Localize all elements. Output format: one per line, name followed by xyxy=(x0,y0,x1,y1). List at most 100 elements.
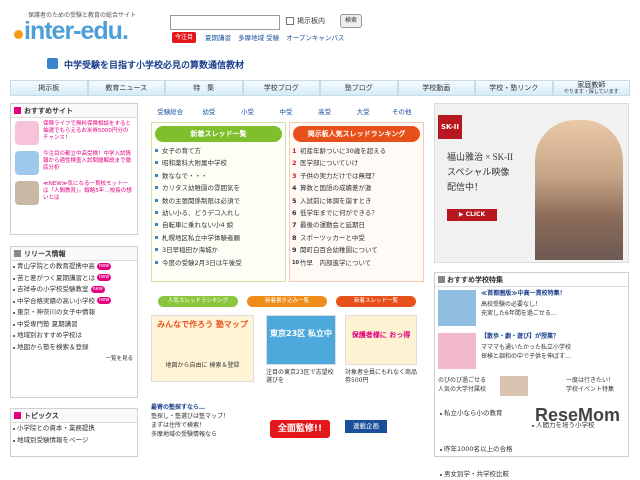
rank-number: 4 xyxy=(292,182,297,194)
thread-item[interactable]: 昭和薬科大附属中学校 xyxy=(152,157,285,169)
feature-photo[interactable] xyxy=(500,376,528,396)
ranking-item[interactable]: 7最後の運動会と延期日 xyxy=(290,219,423,231)
ranking-item[interactable]: 6低学年までに何ができる？ xyxy=(290,207,423,219)
promo-item[interactable]: ≪NEW≫気になる一貫校モットーは「人間教育」。戦略5年…校長の想いとは xyxy=(11,178,137,208)
nav-news[interactable]: 教育ニュース xyxy=(88,80,166,96)
recommend-box: おすすめサイト 保険ライフで無料保険相談をすると抽選でもらえるお米券5000円分… xyxy=(10,103,138,235)
release-more-link[interactable]: 一覧を見る xyxy=(11,353,137,363)
nav-juku-blog[interactable]: 塾ブログ xyxy=(320,80,398,96)
insurance-caption[interactable]: 対象者全員にもれなく商品券500円 xyxy=(345,369,419,385)
release-item[interactable]: 中受専門塾 夏期講習 xyxy=(11,319,137,331)
thread-item[interactable]: 札幌地区私立中学体験者願 xyxy=(152,232,285,244)
feature-sub[interactable]: のびのび過ごせる xyxy=(438,377,486,385)
skii-copy: 福山雅治 × SK-II スペシャル映像 配信中！ xyxy=(447,150,513,195)
cat-kindergarten[interactable]: 幼受 xyxy=(190,106,229,116)
feature-sub[interactable]: 学校イベント特集 xyxy=(566,386,614,394)
cat-university[interactable]: 大受 xyxy=(344,106,383,116)
search-button[interactable]: 検索 xyxy=(340,14,362,28)
release-item[interactable]: 吉祥寺の小学校受験教室new xyxy=(11,284,137,296)
nav-tutor[interactable]: 家庭教師やります・探しています xyxy=(553,80,631,96)
ranking-title: 算数と国語の成績差が激 xyxy=(300,184,372,192)
tab-new-threads[interactable]: 新着スレッド一覧 xyxy=(336,296,416,307)
feature-sub[interactable]: 一度は行きたい！ xyxy=(566,377,614,385)
ranking-item[interactable]: 10竹早 内部進学について xyxy=(290,257,423,269)
new-badge: new xyxy=(97,297,111,304)
series-badge[interactable]: 連載企画 xyxy=(345,420,387,433)
ranking-item[interactable]: 4算数と国語の成績差が激 xyxy=(290,182,423,194)
ranking-item[interactable]: 2医学部についていけ xyxy=(290,157,423,169)
ranking-item[interactable]: 9関町白百合幼稚園について xyxy=(290,244,423,256)
thread-title: 昭和薬科大附属中学校 xyxy=(162,159,227,167)
promo-item[interactable]: 保険ライフで無料保険相談をすると抽選でもらえるお米券5000円分のチャンス！ xyxy=(11,118,137,148)
feature-photo[interactable] xyxy=(438,290,476,326)
thread-item[interactable]: 自転車に乗れない小4 娘 xyxy=(152,219,285,231)
feature-link[interactable]: 昨年1000名以上の合格 xyxy=(438,444,640,456)
promo-item[interactable]: 今注目の都立中高受検！中学入試情報から適性検査入試問題解説まで徹底分析 xyxy=(11,148,137,178)
thread-item[interactable]: カリタス幼稚園の雰囲気を xyxy=(152,182,285,194)
skii-click-button[interactable]: ▶ CLICK xyxy=(447,209,497,221)
thread-title: 札幌地区私立中学体験者願 xyxy=(162,234,240,242)
tab-popular-ranking[interactable]: 人気スレッドランキング xyxy=(158,296,238,307)
feature-title-1[interactable]: ≪首都圏版≫中高一貫校特集！ xyxy=(481,290,566,298)
release-item[interactable]: 中学合格実績の高い小学校new xyxy=(11,296,137,308)
nav-school-blog[interactable]: 学校ブログ xyxy=(243,80,321,96)
thread-item[interactable]: 今度の受験2月3日は午後受 xyxy=(152,257,285,269)
thread-item[interactable]: 3日早稲田か海城か xyxy=(152,244,285,256)
address-search-caption[interactable]: まずは住所で検索！ xyxy=(151,422,205,430)
hot-link-summer[interactable]: 夏期講習 xyxy=(205,34,231,42)
nav-board[interactable]: 掲示板 xyxy=(10,80,88,96)
thread-title: 今度の受験2月3日は午後受 xyxy=(162,259,242,267)
release-item[interactable]: 東京・神奈川の女子中情報 xyxy=(11,307,137,319)
tokyo23-caption[interactable]: 注目の東京23区で志望校選びを xyxy=(266,369,338,385)
feature-title: おすすめ学校特集 xyxy=(447,276,503,284)
cat-elementary[interactable]: 小受 xyxy=(228,106,267,116)
nav-school-video[interactable]: 学校動画 xyxy=(398,80,476,96)
juku-map-caption[interactable]: 塾探し・塾選びは塾マップ！ xyxy=(151,413,229,421)
ranking-item[interactable]: 5入試前に体調を崩すとき xyxy=(290,195,423,207)
feature-link[interactable]: 男女別学・共学校比較 xyxy=(438,469,640,480)
feature-photo[interactable] xyxy=(438,333,476,369)
hot-link-tama[interactable]: 多摩地域 受験 xyxy=(238,34,279,42)
principal-photo xyxy=(15,181,39,205)
thread-item[interactable]: 数ななで・・・ xyxy=(152,170,285,182)
search-input[interactable] xyxy=(170,15,280,30)
topic-item[interactable]: 小学院との資本・業務提携 xyxy=(11,423,137,435)
feature-line: 高校受験の必要なし！ xyxy=(481,301,541,309)
release-item[interactable]: 苦と差がつく夏期講習とはnew xyxy=(11,273,137,285)
thread-item[interactable]: 数の主張関係制限は必須で xyxy=(152,195,285,207)
cat-high[interactable]: 高受 xyxy=(305,106,344,116)
cat-general[interactable]: 受験総合 xyxy=(151,106,190,116)
cat-junior-high[interactable]: 中受 xyxy=(267,106,306,116)
release-text: 地域別おすすめ学校は xyxy=(17,331,82,339)
tokyo23-ad[interactable]: 東京23区 私立中 xyxy=(266,315,336,365)
bullet-icon xyxy=(155,199,158,202)
full-supervision-badge[interactable]: 全面監修!! xyxy=(270,420,330,438)
topic-item[interactable]: 地域別受験情報をページ xyxy=(11,435,137,447)
juku-map-ad[interactable]: みんなで作ろう 塾マップ 地図から自由に 検索＆登録 xyxy=(151,315,254,382)
ranking-item[interactable]: 3子供の実力だけでは無理？ xyxy=(290,170,423,182)
rabbit-icon xyxy=(15,121,39,145)
release-item[interactable]: 青山学院との教育提携中高new xyxy=(11,261,137,273)
cat-other[interactable]: その他 xyxy=(382,106,421,116)
nav-links[interactable]: 学校・塾リンク xyxy=(475,80,553,96)
release-item[interactable]: 地図から塾を検索＆登録 xyxy=(11,342,137,354)
ranking-item[interactable]: 8スポーツッカーと中受 xyxy=(290,232,423,244)
tagline-banner[interactable]: 中学受験を目指す小学校必見の算数通信教材 xyxy=(64,58,244,71)
site-logo[interactable]: inter-edu. xyxy=(14,17,128,46)
insurance-ad[interactable]: 保護者様に おっ得 xyxy=(345,315,417,365)
thread-item[interactable]: 幼い小る、どうデコ入れし xyxy=(152,207,285,219)
juku-search-caption[interactable]: 最寄の塾探すなら… xyxy=(151,404,205,412)
release-item[interactable]: 地域別おすすめ学校は xyxy=(11,330,137,342)
release-text: 苦と差がつく夏期講習とは xyxy=(17,274,95,282)
feature-sub[interactable]: 人気の大学付属校 xyxy=(438,386,486,394)
feature-title-2[interactable]: 【散歩・劇・遊び】が授業？ xyxy=(481,333,559,341)
thread-item[interactable]: 女子の育て方 xyxy=(152,145,285,157)
tab-new-posts[interactable]: 新着書き込み一覧 xyxy=(247,296,327,307)
nav-feature[interactable]: 特 集 xyxy=(165,80,243,96)
feature-header: おすすめ学校特集 xyxy=(435,273,628,287)
tama-caption[interactable]: 多摩地域の受験情報なら xyxy=(151,431,217,439)
hot-link-open-campus[interactable]: オープンキャンパス xyxy=(286,34,344,42)
ranking-item[interactable]: 1初産年齢ついに30歳を超える xyxy=(290,145,423,157)
board-only-checkbox[interactable] xyxy=(286,17,294,25)
ranking-title: 竹早 内部進学について xyxy=(300,259,371,267)
